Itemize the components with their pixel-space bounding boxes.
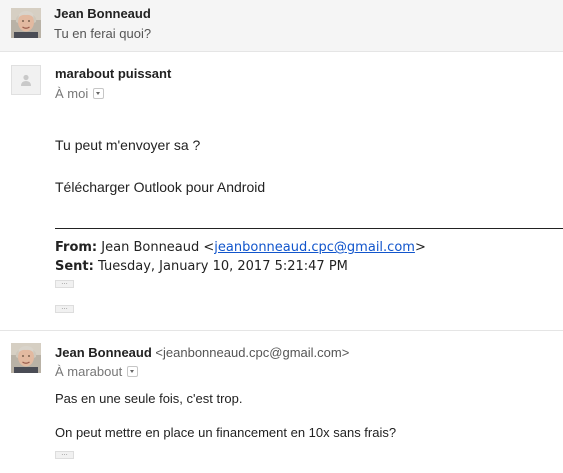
from-name: Jean Bonneaud < xyxy=(101,240,215,255)
recipient-line: À moi xyxy=(55,86,105,101)
sender-photo-avatar xyxy=(11,343,41,373)
sender-name[interactable]: Jean Bonneaud xyxy=(55,345,152,360)
sender-header: Jean Bonneaud <jeanbonneaud.cpc@gmail.co… xyxy=(55,345,349,360)
sent-value: Tuesday, January 10, 2017 5:21:47 PM xyxy=(98,259,348,274)
body-line: On peut mettre en place un financement e… xyxy=(55,425,397,440)
ellipsis-icon[interactable]: … xyxy=(55,305,74,313)
recipient-text: À marabout xyxy=(55,364,123,379)
body-line: Pas en une seule fois, c'est trop. xyxy=(55,391,243,406)
sender-name: Jean Bonneaud xyxy=(54,6,151,21)
from-email-link[interactable]: jeanbonneaud.cpc@gmail.com xyxy=(214,240,415,255)
body-line: Tu peut m'envoyer sa ? xyxy=(55,137,201,153)
sender-name[interactable]: marabout puissant xyxy=(55,66,171,81)
recipient-text: À moi xyxy=(55,86,89,101)
expanded-message: marabout puissant À moi Tu peut m'envoye… xyxy=(0,53,563,330)
chevron-down-icon[interactable] xyxy=(93,88,105,99)
ellipsis-icon[interactable]: … xyxy=(55,280,74,288)
sender-photo-avatar xyxy=(11,8,41,38)
chevron-down-icon[interactable] xyxy=(127,366,139,377)
collapsed-message[interactable]: Jean Bonneaud Tu en ferai quoi? xyxy=(0,0,563,52)
quoted-from: From: Jean Bonneaud <jeanbonneaud.cpc@gm… xyxy=(55,240,426,255)
ellipsis-icon[interactable]: … xyxy=(55,451,74,459)
person-silhouette-icon xyxy=(11,65,41,95)
expanded-message: Jean Bonneaud <jeanbonneaud.cpc@gmail.co… xyxy=(0,331,563,473)
recipient-line: À marabout xyxy=(55,364,139,379)
from-label: From: xyxy=(55,240,98,255)
sender-email: <jeanbonneaud.cpc@gmail.com> xyxy=(155,345,350,360)
sent-label: Sent: xyxy=(55,259,94,274)
message-snippet: Tu en ferai quoi? xyxy=(54,26,152,41)
body-line: Télécharger Outlook pour Android xyxy=(55,179,266,195)
quoted-sent: Sent: Tuesday, January 10, 2017 5:21:47 … xyxy=(55,259,348,274)
from-close: > xyxy=(414,240,426,255)
quote-divider xyxy=(55,228,563,229)
